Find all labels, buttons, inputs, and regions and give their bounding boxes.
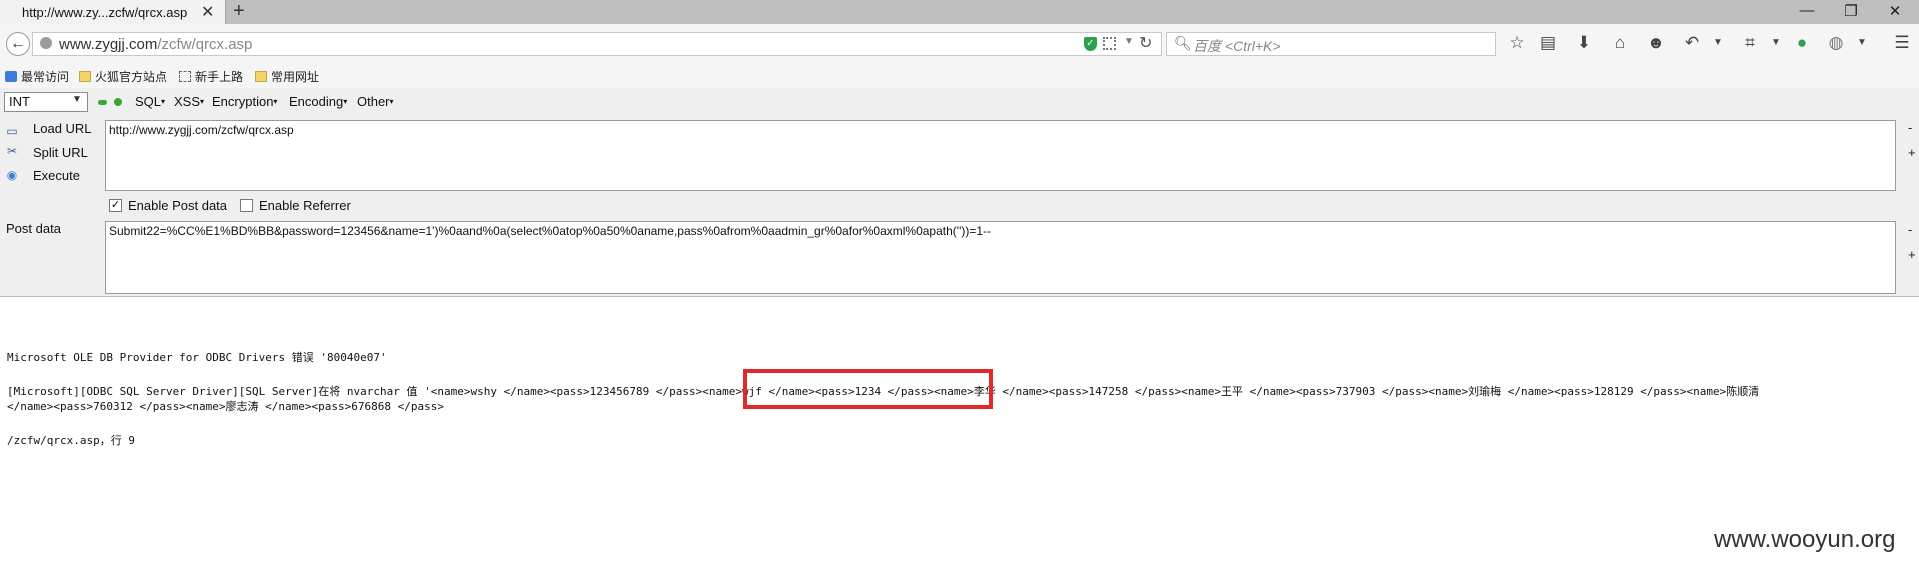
enable-referrer-checkbox[interactable] bbox=[240, 199, 253, 212]
home-icon[interactable]: ⌂ bbox=[1608, 33, 1632, 53]
crop-dropdown-icon[interactable]: ▼ bbox=[1764, 37, 1788, 48]
url-textarea-value: http://www.zygjj.com/zcfw/qrcx.asp bbox=[109, 123, 294, 137]
split-url-button[interactable]: Split URL bbox=[33, 145, 88, 160]
restore-icon[interactable]: ❐ bbox=[1836, 2, 1866, 20]
menu-label: Encoding bbox=[289, 94, 344, 109]
back-button-icon[interactable]: ← bbox=[6, 32, 30, 56]
watermark: www.wooyun.org bbox=[1714, 526, 1896, 553]
menu-xss[interactable]: XSS▾ bbox=[174, 94, 204, 109]
menu-label: Other bbox=[357, 94, 390, 109]
load-url-icon[interactable]: ▭ bbox=[5, 124, 19, 138]
url-host: www.zygjj.com bbox=[59, 36, 158, 53]
load-url-button[interactable]: Load URL bbox=[33, 121, 92, 136]
folder-icon bbox=[255, 71, 267, 82]
green-dot-icon bbox=[114, 98, 122, 106]
post-data-value: Submit22=%CC%E1%BD%BB&password=123456&na… bbox=[109, 224, 992, 238]
star-icon[interactable]: ☆ bbox=[1505, 33, 1529, 53]
search-icon: 🔍︎ bbox=[1174, 35, 1192, 51]
bookmark-label: 最常访问 bbox=[21, 70, 70, 84]
bookmark-firefox-official[interactable]: 火狐官方站点 bbox=[79, 68, 167, 85]
menu-label: SQL bbox=[135, 94, 162, 109]
search-placeholder[interactable]: 百度 <Ctrl+K> bbox=[1193, 36, 1281, 56]
split-url-icon[interactable]: ✂ bbox=[5, 144, 19, 158]
bookmark-most-visited[interactable]: 最常访问 bbox=[5, 68, 69, 85]
minimize-icon[interactable]: — bbox=[1792, 2, 1822, 19]
type-select-value: INT bbox=[9, 94, 30, 109]
menu-label: XSS bbox=[174, 94, 201, 109]
bookmark-label: 火狐官方站点 bbox=[95, 70, 168, 84]
qr-code-icon[interactable] bbox=[1103, 37, 1116, 50]
window-close-icon[interactable]: ✕ bbox=[1880, 2, 1910, 20]
enable-post-label[interactable]: Enable Post data bbox=[128, 198, 227, 213]
menu-encryption[interactable]: Encryption▾ bbox=[212, 94, 277, 109]
bookmark-label: 新手上路 bbox=[195, 70, 244, 84]
url-textarea[interactable] bbox=[105, 120, 1896, 191]
menu-sql[interactable]: SQL▾ bbox=[135, 94, 165, 109]
bookmark-icon bbox=[5, 71, 17, 82]
folder-icon bbox=[79, 71, 91, 82]
green-dash-icon bbox=[98, 100, 107, 105]
enable-referrer-label[interactable]: Enable Referrer bbox=[259, 198, 351, 213]
menu-encoding[interactable]: Encoding▾ bbox=[289, 94, 347, 109]
crop-icon[interactable]: ⌗ bbox=[1738, 33, 1762, 53]
globe-icon[interactable]: ◍ bbox=[1824, 33, 1848, 53]
post-expand-button[interactable]: + bbox=[1908, 247, 1916, 262]
highlight-box bbox=[743, 369, 993, 409]
reading-list-icon[interactable]: ▤ bbox=[1536, 33, 1560, 53]
error-location: /zcfw/qrcx.asp，行 9 bbox=[7, 434, 135, 447]
globe-dropdown-icon[interactable]: ▼ bbox=[1850, 37, 1874, 48]
new-tab-icon[interactable]: + bbox=[233, 0, 245, 23]
url-shrink-button[interactable]: - bbox=[1908, 120, 1912, 135]
undo-dropdown-icon[interactable]: ▼ bbox=[1706, 37, 1730, 48]
url-dropdown-icon[interactable]: ▼ bbox=[1124, 36, 1134, 47]
chevron-down-icon: ▼ bbox=[72, 94, 82, 105]
shield-green-icon[interactable]: ● bbox=[1790, 33, 1814, 53]
tab-close-icon[interactable]: ✕ bbox=[201, 2, 214, 22]
tab-bar bbox=[0, 0, 1919, 24]
chat-icon[interactable]: ☻ bbox=[1644, 33, 1668, 53]
error-message-line-2: </name><pass>760312 </pass><name>廖志涛 </n… bbox=[7, 400, 444, 413]
menu-icon[interactable]: ☰ bbox=[1890, 33, 1914, 53]
security-shield-icon[interactable]: ✓ bbox=[1084, 37, 1097, 51]
menu-label: Encryption bbox=[212, 94, 274, 109]
url-expand-button[interactable]: + bbox=[1908, 145, 1916, 160]
url-path: /zcfw/qrcx.asp bbox=[157, 36, 253, 53]
reload-icon[interactable]: ↻ bbox=[1139, 33, 1152, 53]
menu-other[interactable]: Other▾ bbox=[357, 94, 394, 109]
enable-post-checkbox[interactable]: ✓ bbox=[109, 199, 122, 212]
site-info-icon[interactable] bbox=[40, 37, 52, 49]
download-icon[interactable]: ⬇ bbox=[1572, 33, 1596, 53]
error-title: Microsoft OLE DB Provider for ODBC Drive… bbox=[7, 351, 387, 364]
execute-button[interactable]: Execute bbox=[33, 168, 80, 183]
bookmark-getting-started[interactable]: 新手上路 bbox=[179, 68, 243, 85]
post-shrink-button[interactable]: - bbox=[1908, 222, 1912, 237]
tab-title[interactable]: http://www.zy...zcfw/qrcx.asp bbox=[22, 5, 187, 20]
undo-icon[interactable]: ↶ bbox=[1680, 33, 1704, 53]
bookmark-label: 常用网址 bbox=[271, 70, 320, 84]
execute-icon[interactable]: ◉ bbox=[5, 168, 19, 182]
url-text[interactable]: www.zygjj.com/zcfw/qrcx.asp bbox=[59, 36, 252, 53]
page-icon bbox=[179, 71, 191, 82]
post-data-label: Post data bbox=[6, 221, 61, 236]
bookmark-common-sites[interactable]: 常用网址 bbox=[255, 68, 319, 85]
